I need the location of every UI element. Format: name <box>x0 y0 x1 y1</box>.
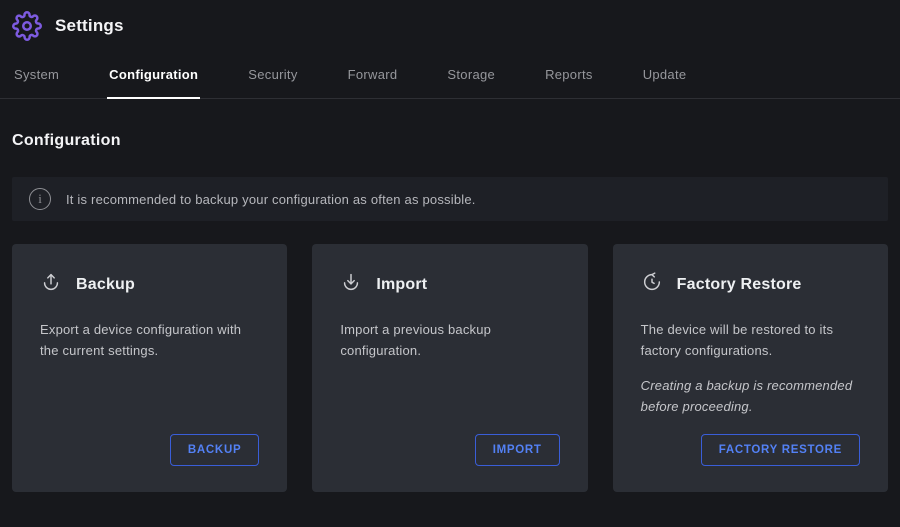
gear-icon <box>12 11 42 41</box>
tab-forward[interactable]: Forward <box>346 63 400 98</box>
card-import-description: Import a previous backup configuration. <box>340 319 559 361</box>
settings-header: Settings <box>0 0 900 41</box>
page-title: Configuration <box>12 132 888 150</box>
card-factory-restore-note: Creating a backup is recommended before … <box>641 375 860 417</box>
tab-security[interactable]: Security <box>246 63 299 98</box>
info-banner-text: It is recommended to backup your configu… <box>66 192 476 207</box>
card-backup-description: Export a device configuration with the c… <box>40 319 259 361</box>
card-import-title: Import <box>376 276 427 294</box>
download-icon <box>340 271 362 298</box>
tab-update[interactable]: Update <box>641 63 689 98</box>
card-backup: Backup Export a device configuration wit… <box>12 244 287 492</box>
card-factory-restore-header: Factory Restore <box>641 271 860 298</box>
card-backup-header: Backup <box>40 271 259 298</box>
card-backup-title: Backup <box>76 276 135 294</box>
tab-reports[interactable]: Reports <box>543 63 595 98</box>
card-import-header: Import <box>340 271 559 298</box>
tab-system[interactable]: System <box>12 63 61 98</box>
card-factory-restore-description: The device will be restored to its facto… <box>641 319 860 361</box>
app-title: Settings <box>55 16 124 36</box>
factory-restore-button[interactable]: FACTORY RESTORE <box>701 434 860 466</box>
info-banner: i It is recommended to backup your confi… <box>12 177 888 221</box>
tab-configuration[interactable]: Configuration <box>107 63 200 99</box>
import-button[interactable]: IMPORT <box>475 434 560 466</box>
card-factory-restore: Factory Restore The device will be resto… <box>613 244 888 492</box>
tab-storage[interactable]: Storage <box>445 63 497 98</box>
restore-icon <box>641 271 663 298</box>
backup-button[interactable]: BACKUP <box>170 434 259 466</box>
card-factory-restore-title: Factory Restore <box>677 276 802 294</box>
info-icon: i <box>29 188 51 210</box>
configuration-cards: Backup Export a device configuration wit… <box>12 244 888 492</box>
settings-tab-bar: System Configuration Security Forward St… <box>0 63 900 99</box>
upload-icon <box>40 271 62 298</box>
card-import: Import Import a previous backup configur… <box>312 244 587 492</box>
